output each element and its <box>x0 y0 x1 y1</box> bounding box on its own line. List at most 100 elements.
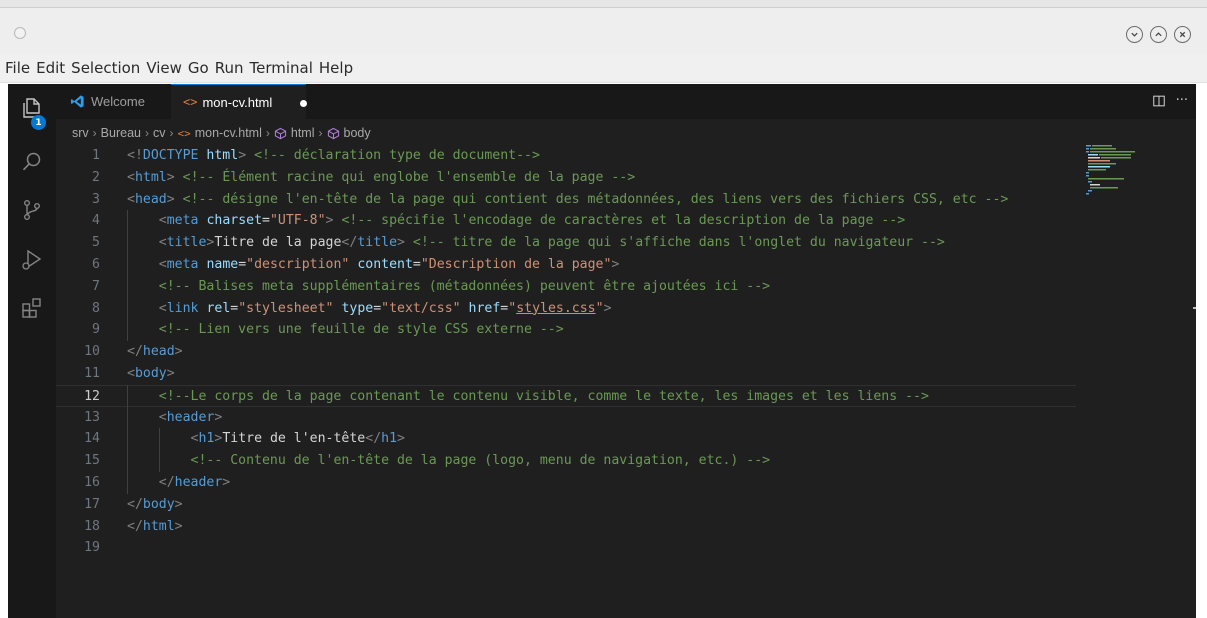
tab-mon-cv[interactable]: <> mon-cv.html <box>171 84 307 119</box>
code-line[interactable]: 11 <body> <box>56 363 1076 385</box>
code-line[interactable]: 12 <!--Le corps de la page contenant le … <box>56 384 1076 407</box>
search-icon[interactable] <box>20 150 44 174</box>
line-number: 18 <box>84 518 100 534</box>
line-number: 17 <box>84 496 100 512</box>
breadcrumb: srv › Bureau › cv › <> mon-cv.html › htm… <box>72 122 371 144</box>
indent-guide <box>127 210 128 342</box>
chevron-right-icon: › <box>169 126 174 140</box>
indent-guide <box>127 384 128 494</box>
minimap[interactable] <box>1086 145 1186 205</box>
code-text: <title>Titre de la page</title> <!-- tit… <box>158 235 945 251</box>
code-line[interactable]: 8 <link rel="stylesheet" type="text/css"… <box>56 298 1076 320</box>
code-text: <header> <box>158 409 223 425</box>
line-number: 16 <box>84 474 100 490</box>
activity-bar: 1 <box>8 84 56 618</box>
code-text: <html> <!-- Élément racine qui englobe l… <box>127 169 636 185</box>
breadcrumb-file[interactable]: mon-cv.html <box>195 126 262 140</box>
line-number: 7 <box>92 278 100 294</box>
code-line[interactable]: 4 <meta charset="UTF-8"> <!-- spécifie l… <box>56 210 1076 232</box>
unsaved-dot-icon[interactable] <box>300 100 307 107</box>
line-number: 8 <box>92 300 100 316</box>
chevron-right-icon: › <box>265 126 270 140</box>
code-text: <!-- Lien vers une feuille de style CSS … <box>158 322 564 338</box>
line-number: 5 <box>92 235 100 251</box>
line-number: 11 <box>84 365 100 381</box>
code-line[interactable]: 19 <box>56 537 1076 559</box>
code-text: </head> <box>127 344 183 360</box>
source-control-icon[interactable] <box>20 198 44 222</box>
close-icon[interactable] <box>1174 26 1191 43</box>
line-number: 13 <box>84 409 100 425</box>
code-line[interactable]: 15 <!-- Contenu de l'en-tête de la page … <box>56 450 1076 472</box>
more-actions-icon[interactable]: ··· <box>1176 93 1188 108</box>
breadcrumb-html[interactable]: html <box>291 126 315 140</box>
menu-file[interactable]: File <box>2 59 33 77</box>
tab-welcome-label: Welcome <box>91 94 145 109</box>
code-line[interactable]: 14 <h1>Titre de l'en-tête</h1> <box>56 428 1076 450</box>
code-text: </header> <box>158 474 231 490</box>
top-strip <box>0 0 1207 8</box>
code-line[interactable]: 1 <!DOCTYPE html> <!-- déclaration type d… <box>56 145 1076 167</box>
code-text: <meta name="description" content="Descri… <box>158 256 620 272</box>
minimize-icon[interactable] <box>1126 26 1143 43</box>
line-number: 2 <box>92 169 100 185</box>
menu-run[interactable]: Run <box>212 59 247 77</box>
code-line[interactable]: 13 <header> <box>56 407 1076 429</box>
code-line[interactable]: 18 </html> <box>56 516 1076 538</box>
code-line[interactable]: 9 <!-- Lien vers une feuille de style CS… <box>56 319 1076 341</box>
vscode-window: 1 Welcome <> mon-cv.html ··· srv › Burea… <box>8 84 1196 618</box>
tab-mon-cv-label: mon-cv.html <box>202 94 273 110</box>
line-number: 1 <box>92 148 100 163</box>
split-editor-icon[interactable] <box>1152 94 1166 108</box>
menu-selection[interactable]: Selection <box>68 59 143 77</box>
explorer-badge: 1 <box>31 115 46 130</box>
code-text: </body> <box>127 496 183 512</box>
breadcrumb-bureau[interactable]: Bureau <box>101 126 141 140</box>
code-line[interactable]: 17 </body> <box>56 494 1076 516</box>
line-number: 15 <box>84 453 100 469</box>
code-text: <!--Le corps de la page contenant le con… <box>158 388 929 404</box>
symbol-element-icon <box>274 127 286 139</box>
app-indicator-icon <box>14 27 26 39</box>
breadcrumb-cv[interactable]: cv <box>153 126 166 140</box>
code-text: <link rel="stylesheet" type="text/css" h… <box>158 300 612 316</box>
html-file-icon: <> <box>177 126 191 140</box>
tab-actions: ··· <box>1152 93 1188 108</box>
code-text: <!-- Contenu de l'en-tête de la page (lo… <box>190 453 771 469</box>
code-line[interactable]: 5 <title>Titre de la page</title> <!-- t… <box>56 232 1076 254</box>
menu-help[interactable]: Help <box>316 59 356 77</box>
line-number: 19 <box>84 540 100 556</box>
menu-edit[interactable]: Edit <box>33 59 68 77</box>
code-line[interactable]: 2 <html> <!-- Élément racine qui englobe … <box>56 167 1076 189</box>
menu-bar: File Edit Selection View Go Run Terminal… <box>0 54 1207 83</box>
tab-welcome[interactable]: Welcome <box>56 84 171 119</box>
code-text: <h1>Titre de l'en-tête</h1> <box>190 431 405 447</box>
run-debug-icon[interactable] <box>20 248 44 272</box>
line-number: 14 <box>84 431 100 447</box>
desktop-edge <box>1196 84 1207 618</box>
breadcrumb-body[interactable]: body <box>344 126 371 140</box>
code-line[interactable]: 10 </head> <box>56 341 1076 363</box>
code-editor[interactable]: 1 <!DOCTYPE html> <!-- déclaration type d… <box>56 145 1076 559</box>
code-text: <head> <!-- désigne l'en-tête de la page… <box>127 191 1009 207</box>
code-line[interactable]: 6 <meta name="description" content="Desc… <box>56 254 1076 276</box>
code-text: <meta charset="UTF-8"> <!-- spécifie l'e… <box>158 213 906 229</box>
line-number: 9 <box>92 322 100 338</box>
code-line[interactable]: 3 <head> <!-- désigne l'en-tête de la pag… <box>56 189 1076 211</box>
vscode-logo-icon <box>70 95 84 108</box>
menu-go[interactable]: Go <box>185 59 212 77</box>
line-number: 4 <box>92 213 100 229</box>
title-bar <box>0 8 1207 54</box>
extensions-icon[interactable] <box>20 296 44 320</box>
code-line[interactable]: 16 </header> <box>56 472 1076 494</box>
menu-view[interactable]: View <box>143 59 185 77</box>
chevron-right-icon: › <box>144 126 149 140</box>
menu-terminal[interactable]: Terminal <box>247 59 316 77</box>
breadcrumb-srv[interactable]: srv <box>72 126 89 140</box>
code-text: <!-- Balises meta supplémentaires (métad… <box>158 278 771 294</box>
code-line[interactable]: 7 <!-- Balises meta supplémentaires (mét… <box>56 276 1076 298</box>
indent-guide <box>158 428 160 472</box>
tab-bar: Welcome <> mon-cv.html ··· <box>56 84 1196 119</box>
code-text: </html> <box>127 518 183 534</box>
maximize-icon[interactable] <box>1150 26 1167 43</box>
